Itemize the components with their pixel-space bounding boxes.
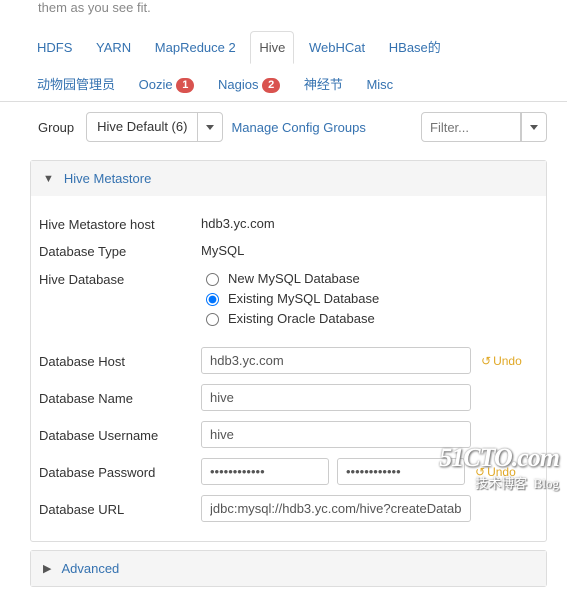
panel-advanced-title: Advanced xyxy=(61,561,119,576)
panel-hive-metastore-body: Hive Metastore host hdb3.yc.com Database… xyxy=(31,196,546,541)
database-password-input[interactable] xyxy=(201,458,329,485)
radio-new-mysql-input[interactable] xyxy=(206,273,219,286)
database-host-input[interactable] xyxy=(201,347,471,374)
metastore-host-label: Hive Metastore host xyxy=(39,215,201,232)
radio-new-mysql-label: New MySQL Database xyxy=(228,271,360,286)
group-select: Hive Default (6) xyxy=(86,112,223,142)
tab-hdfs[interactable]: HDFS xyxy=(28,31,81,64)
database-type-label: Database Type xyxy=(39,242,201,259)
radio-existing-oracle[interactable]: Existing Oracle Database xyxy=(201,310,379,326)
database-password-confirm-input[interactable] xyxy=(337,458,465,485)
tab-webhcat[interactable]: WebHCat xyxy=(300,31,374,64)
panel-hive-metastore-header[interactable]: ▼ Hive Metastore xyxy=(31,161,546,196)
panel-advanced: ▶ Advanced xyxy=(30,550,547,587)
expand-icon: ▶ xyxy=(43,562,51,575)
database-username-input[interactable] xyxy=(201,421,471,448)
tab-oozie[interactable]: Oozie 1 xyxy=(130,68,204,102)
database-url-input[interactable] xyxy=(201,495,471,522)
undo-icon: ↻ xyxy=(481,354,491,368)
radio-existing-mysql-label: Existing MySQL Database xyxy=(228,291,379,306)
database-host-label: Database Host xyxy=(39,352,201,369)
tab-nagios[interactable]: Nagios 2 xyxy=(209,68,289,102)
panel-hive-metastore-title: Hive Metastore xyxy=(64,171,151,186)
radio-existing-mysql[interactable]: Existing MySQL Database xyxy=(201,290,379,306)
metastore-host-value: hdb3.yc.com xyxy=(201,216,275,231)
radio-existing-oracle-input[interactable] xyxy=(206,313,219,326)
undo-icon: ↻ xyxy=(475,465,485,479)
panel-hive-metastore: ▼ Hive Metastore Hive Metastore host hdb… xyxy=(30,160,547,542)
chevron-down-icon xyxy=(206,125,214,130)
tab-hbase[interactable]: HBase的 xyxy=(380,28,450,65)
tab-misc[interactable]: Misc xyxy=(357,68,402,101)
database-type-value: MySQL xyxy=(201,243,244,258)
group-label: Group xyxy=(38,120,74,135)
service-tabs: HDFS YARN MapReduce 2 Hive WebHCat HBase… xyxy=(0,21,567,102)
filter-group xyxy=(421,112,547,142)
database-name-label: Database Name xyxy=(39,389,201,406)
tab-yarn[interactable]: YARN xyxy=(87,31,140,64)
radio-new-mysql[interactable]: New MySQL Database xyxy=(201,270,379,286)
tab-mapreduce2[interactable]: MapReduce 2 xyxy=(146,31,245,64)
filter-input[interactable] xyxy=(421,112,521,142)
filter-caret[interactable] xyxy=(521,112,547,142)
undo-database-password[interactable]: ↻Undo xyxy=(475,465,516,479)
database-url-label: Database URL xyxy=(39,500,201,517)
manage-config-groups-link[interactable]: Manage Config Groups xyxy=(231,120,365,135)
tab-ganglia[interactable]: 神经节 xyxy=(295,65,352,102)
tab-nagios-label: Nagios xyxy=(218,77,258,92)
tab-zookeeper[interactable]: 动物园管理员 xyxy=(28,65,124,102)
collapse-icon: ▼ xyxy=(43,173,54,185)
undo-database-host[interactable]: ↻Undo xyxy=(481,354,522,368)
database-name-input[interactable] xyxy=(201,384,471,411)
tab-hive[interactable]: Hive xyxy=(250,31,294,64)
tab-oozie-badge: 1 xyxy=(176,78,194,93)
chevron-down-icon xyxy=(530,125,538,130)
tab-oozie-label: Oozie xyxy=(139,77,173,92)
group-select-caret[interactable] xyxy=(197,112,223,142)
page-description-truncated: them as you see fit. xyxy=(0,0,567,21)
config-toolbar: Group Hive Default (6) Manage Config Gro… xyxy=(0,102,567,152)
database-password-label: Database Password xyxy=(39,463,201,480)
hive-database-label: Hive Database xyxy=(39,270,201,287)
panel-advanced-header[interactable]: ▶ Advanced xyxy=(31,551,546,586)
tab-nagios-badge: 2 xyxy=(262,78,280,93)
database-username-label: Database Username xyxy=(39,426,201,443)
radio-existing-oracle-label: Existing Oracle Database xyxy=(228,311,375,326)
group-select-value[interactable]: Hive Default (6) xyxy=(86,112,198,142)
radio-existing-mysql-input[interactable] xyxy=(206,293,219,306)
hive-database-options: New MySQL Database Existing MySQL Databa… xyxy=(201,270,379,326)
